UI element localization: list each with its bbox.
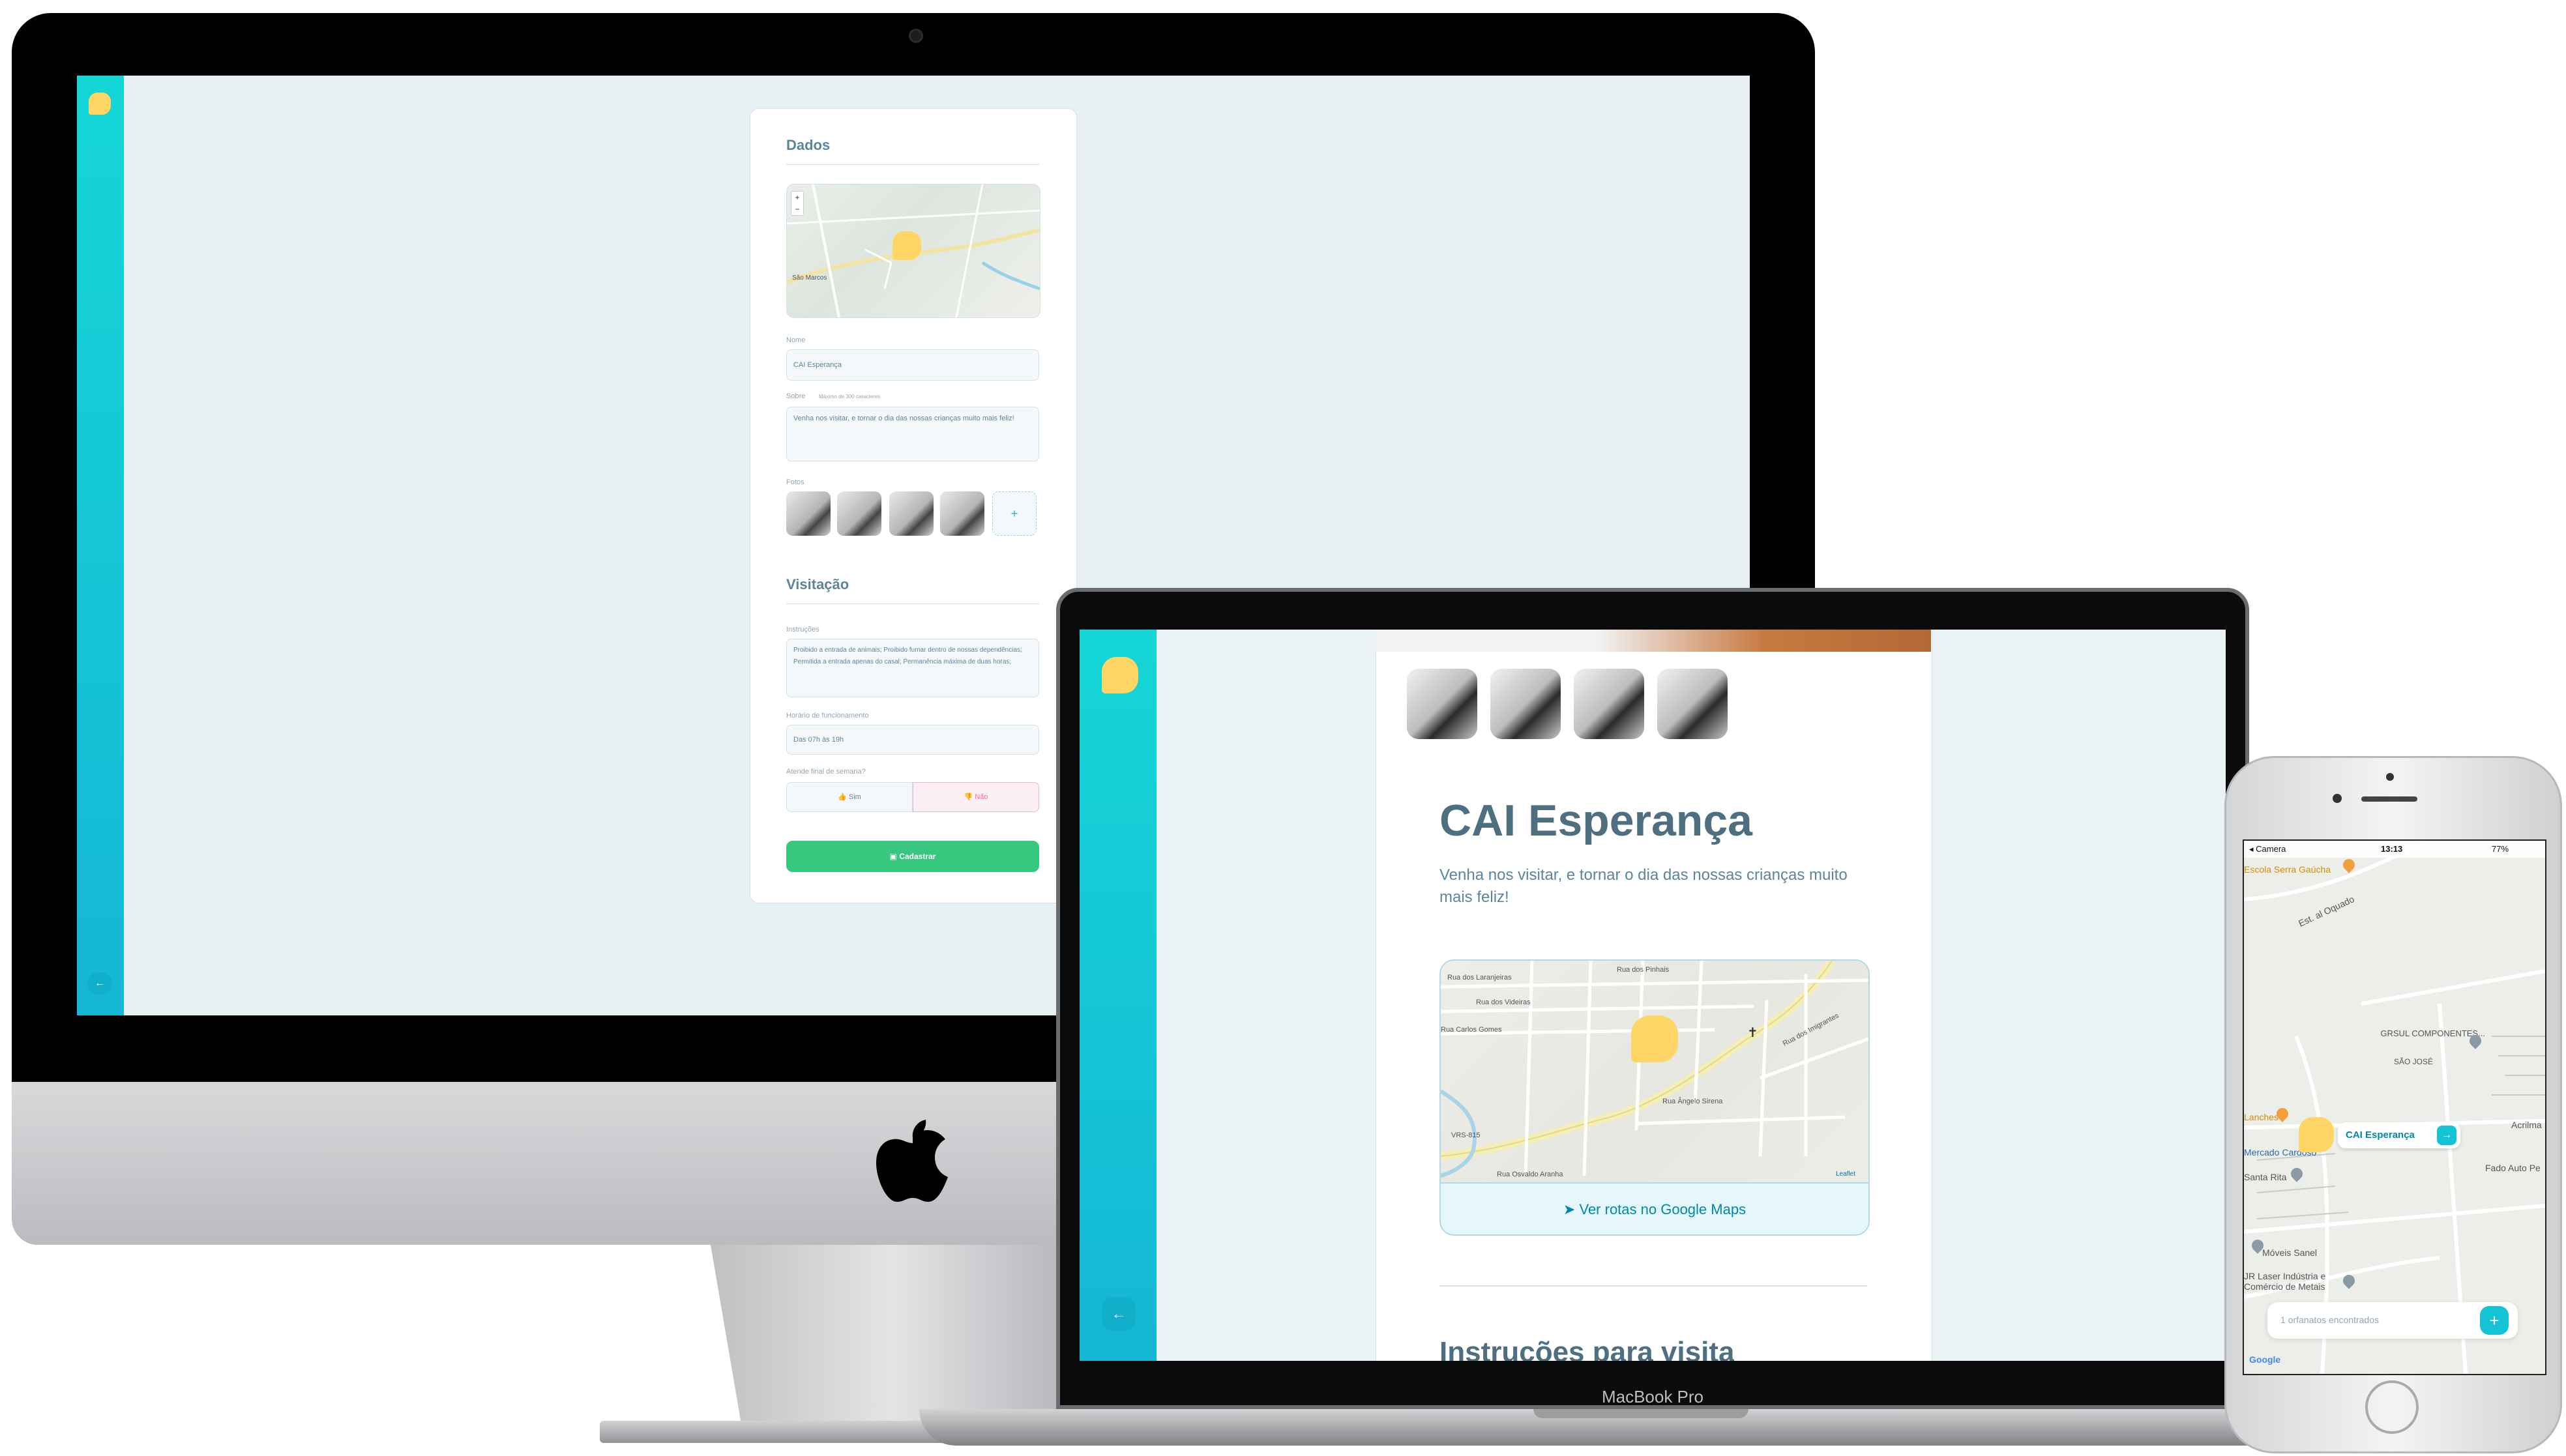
photo-thumbnail[interactable] — [1490, 669, 1561, 739]
callout-label: CAI Esperança — [2346, 1129, 2415, 1141]
hours-input[interactable]: Das 07h às 19h — [786, 725, 1039, 755]
orphanage-title: CAI Esperança — [1439, 796, 1752, 845]
section-title-visit: Visitação — [786, 576, 849, 592]
hours-label: Horário de funcionamento — [786, 712, 869, 720]
add-photo-button[interactable]: + — [992, 491, 1037, 536]
place-label: Fado Auto Pe — [2485, 1163, 2541, 1173]
photos-label: Fotos — [786, 478, 804, 486]
instructions-label: Instruções — [786, 626, 819, 633]
status-bar: ◂ Camera 13:13 77% — [2244, 841, 2545, 858]
street-label: Rua dos Videiras — [1476, 998, 1531, 1006]
about-label: Sobre — [786, 392, 806, 400]
arrow-right-icon[interactable]: → — [2437, 1126, 2456, 1145]
zoom-controls: + − — [791, 191, 804, 216]
street-label: Rua Osvaldo Aranha — [1497, 1171, 1563, 1178]
sidebar — [1080, 630, 1157, 1361]
weekend-no-button[interactable]: 👎 Não — [913, 782, 1039, 812]
maps-link-label: Ver rotas no Google Maps — [1579, 1201, 1747, 1217]
orphanage-marker-icon[interactable] — [2299, 1117, 2334, 1152]
photo-thumbnail[interactable] — [837, 491, 881, 536]
found-count: 1 orfanatos encontrados — [2280, 1315, 2379, 1325]
apple-logo-icon — [876, 1120, 948, 1202]
zoom-in-button[interactable]: + — [791, 192, 803, 203]
add-orphanage-button[interactable]: + — [2480, 1306, 2509, 1335]
place-label: Escola Serra Gaúcha — [2244, 864, 2331, 875]
status-time: 13:13 — [2381, 844, 2403, 854]
about-textarea[interactable]: Venha nos visitar, e tornar o dia das no… — [786, 407, 1039, 461]
weekend-label: Atende final de semana? — [786, 768, 866, 776]
street-label: Rua dos Laranjeiras — [1447, 974, 1512, 982]
photo-thumbnail[interactable] — [1407, 669, 1477, 739]
google-logo: Google — [2249, 1354, 2281, 1365]
back-button[interactable]: ← — [87, 972, 112, 995]
church-icon: ✝ — [1747, 1026, 1758, 1040]
map-marker-icon — [1631, 1015, 1678, 1062]
arrow-left-icon: ← — [1112, 1305, 1126, 1322]
location-map[interactable]: + − São Marcos — [786, 184, 1040, 318]
name-label: Nome — [786, 336, 806, 344]
thumbs-up-icon: 👍 — [838, 793, 847, 801]
happy-logo-icon — [1102, 657, 1138, 693]
status-carrier: ◂ Camera — [2249, 844, 2286, 854]
street-label: Rua dos Pinhais — [1617, 966, 1670, 974]
instructions-title: Instruções para visita — [1439, 1336, 1735, 1361]
street-label: VRS-815 — [1451, 1131, 1481, 1139]
weekend-yes-button[interactable]: 👍 Sim — [786, 782, 913, 812]
divider — [786, 164, 1039, 165]
google-maps-link[interactable]: ➤ Ver rotas no Google Maps — [1441, 1182, 1868, 1234]
place-label: JR Laser Indústria e Comércio de Metais — [2244, 1271, 2326, 1292]
place-label: GRSUL COMPONENTES... — [2380, 1028, 2485, 1038]
zoom-out-button[interactable]: − — [791, 203, 803, 215]
photo-thumbnail[interactable] — [889, 491, 934, 536]
imac-stand — [711, 1245, 1115, 1434]
street-label: Rua Carlos Gomes — [1441, 1026, 1502, 1034]
speaker — [2361, 796, 2417, 802]
sensor — [2386, 773, 2394, 781]
street-label: Rua Ângelo Sirena — [1662, 1098, 1723, 1105]
sidebar — [77, 76, 124, 1015]
footer-bar: 1 orfanatos encontrados + — [2267, 1302, 2518, 1339]
place-label: Móveis Sanel — [2262, 1247, 2318, 1258]
camera — [2333, 794, 2342, 803]
place-label: Acrilma — [2511, 1120, 2542, 1130]
name-input[interactable]: CAI Esperança — [786, 349, 1039, 381]
photo-thumbnail[interactable] — [1574, 669, 1644, 739]
map-roads-icon — [2244, 841, 2545, 1374]
map-marker-icon — [892, 231, 921, 260]
location-map[interactable]: Rua dos Laranjeiras Rua dos Pinhais Rua … — [1439, 959, 1870, 1236]
phone-screen: ◂ Camera 13:13 77% Escola Serra Gaúcha E… — [2243, 839, 2546, 1375]
photo-thumbnail[interactable] — [940, 491, 984, 536]
submit-label: Cadastrar — [899, 852, 936, 861]
save-icon: ▣ — [889, 852, 897, 861]
device-label: MacBook Pro — [1601, 1387, 1704, 1406]
happy-logo-icon — [89, 93, 111, 115]
about-hint: Máximo de 300 caracteres — [819, 394, 881, 400]
place-label: Lanches — [2244, 1112, 2278, 1122]
home-button[interactable] — [2365, 1380, 2419, 1434]
photo-thumbnail[interactable] — [786, 491, 831, 536]
arrow-left-icon: ← — [95, 978, 105, 989]
camera — [909, 29, 923, 43]
place-label: Santa Rita — [2244, 1172, 2287, 1182]
no-label: Não — [975, 793, 988, 801]
divider — [1439, 1285, 1867, 1287]
submit-button[interactable]: ▣ Cadastrar — [786, 841, 1039, 872]
macbook-notch — [1533, 1409, 1748, 1418]
orphanage-callout[interactable]: CAI Esperança → — [2338, 1122, 2460, 1148]
map-place-label: São Marcos — [792, 274, 827, 282]
map-attribution[interactable]: Leaflet — [1836, 1171, 1855, 1178]
yes-label: Sim — [848, 793, 861, 801]
back-button[interactable]: ← — [1102, 1297, 1136, 1331]
section-title-data: Dados — [786, 137, 831, 153]
instructions-textarea[interactable]: Proibido a entrada de animais; Proibido … — [786, 639, 1039, 697]
status-battery: 77% — [2492, 844, 2509, 854]
navigation-icon: ➤ — [1563, 1201, 1576, 1217]
main-photo — [1376, 630, 1931, 652]
place-label: SÃO JOSÉ — [2394, 1057, 2434, 1066]
thumbs-down-icon: 👎 — [964, 793, 973, 801]
photo-thumbnail[interactable] — [1657, 669, 1728, 739]
orphanage-description: Venha nos visitar, e tornar o dia das no… — [1439, 866, 1848, 906]
